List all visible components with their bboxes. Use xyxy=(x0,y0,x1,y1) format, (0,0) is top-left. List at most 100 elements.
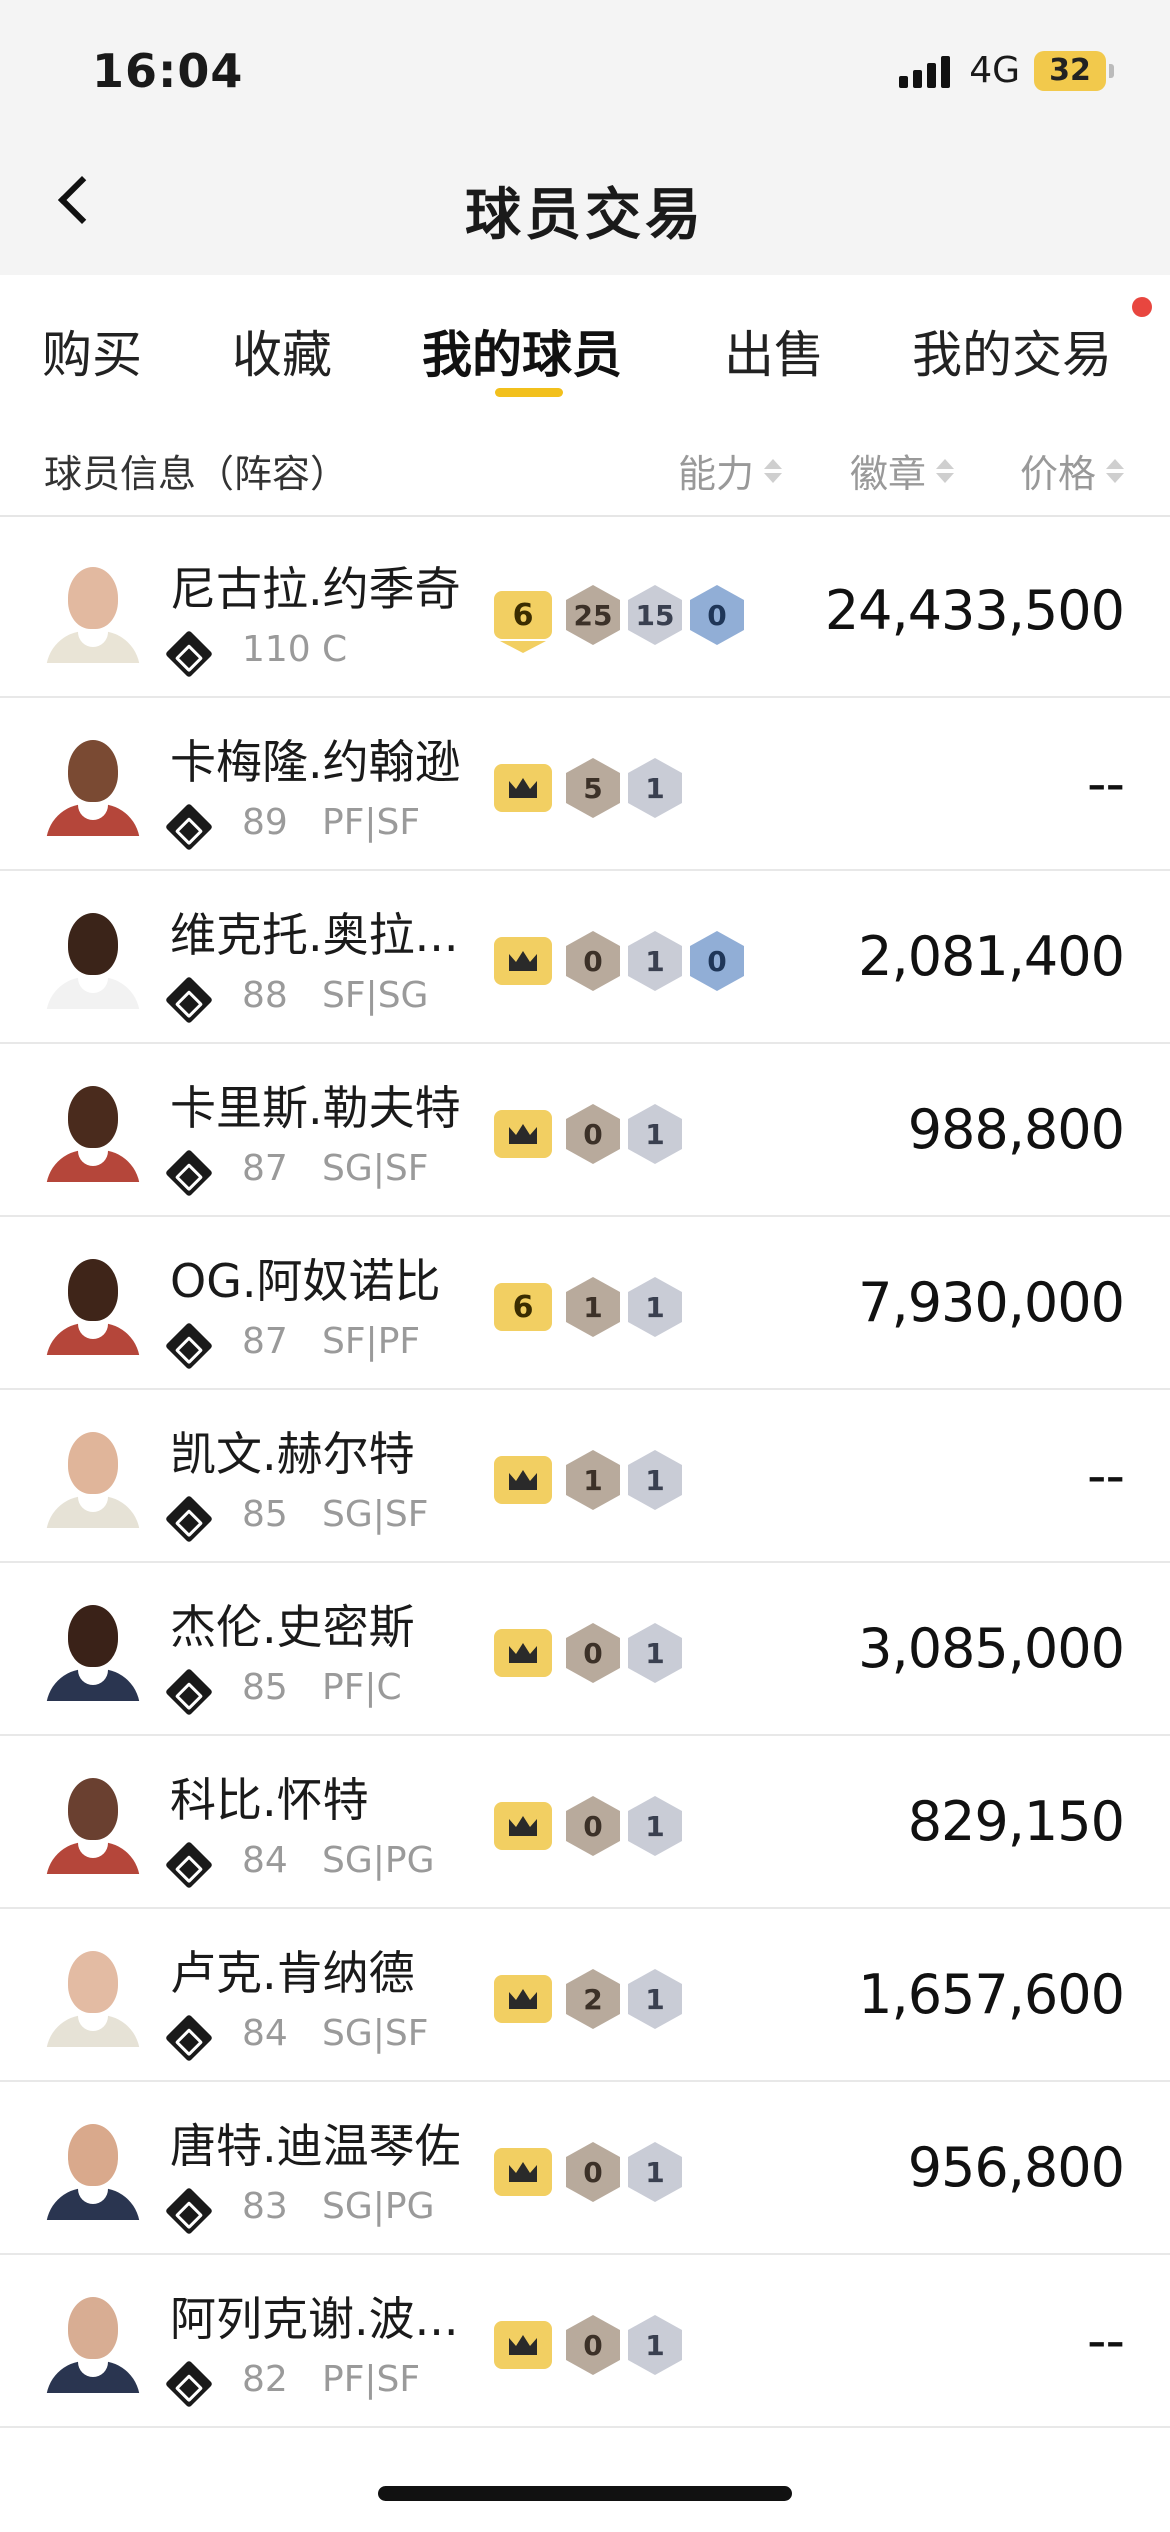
player-price: 988,800 xyxy=(907,1098,1125,1161)
player-name: 杰伦.史密斯 xyxy=(170,1600,415,1654)
diamond-card-icon xyxy=(164,2013,214,2063)
player-position: SG|SF xyxy=(322,2013,429,2054)
tier-badge xyxy=(494,2148,552,2196)
head-shape xyxy=(68,2124,118,2186)
player-avatar xyxy=(42,1599,144,1701)
badge-count-bronze: 0 xyxy=(566,1796,620,1856)
tier-badge xyxy=(494,2321,552,2369)
player-price: -- xyxy=(1087,1444,1125,1507)
badge-group: 01 xyxy=(494,1104,690,1164)
player-price: 7,930,000 xyxy=(858,1271,1125,1334)
player-rating: 87 xyxy=(242,1148,288,1189)
crown-icon xyxy=(509,2162,537,2182)
player-position: SG|SF xyxy=(322,1148,429,1189)
badge-count-silver: 1 xyxy=(628,1623,682,1683)
player-position: SG|SF xyxy=(322,1494,429,1535)
home-indicator xyxy=(378,2486,792,2501)
tab-favorites[interactable]: 收藏 xyxy=(232,315,332,387)
active-tab-indicator xyxy=(495,388,563,397)
head-shape xyxy=(68,740,118,802)
crown-icon xyxy=(509,1124,537,1144)
player-row[interactable]: 唐特.迪温琴佐 83 SG|PG 01 956,800 xyxy=(0,2082,1170,2255)
head-shape xyxy=(68,913,118,975)
player-position: SF|PF xyxy=(322,1321,421,1362)
status-bar: 16:04 4G 32 xyxy=(0,0,1170,130)
player-avatar xyxy=(42,561,144,663)
player-name: 阿列克谢.波... xyxy=(170,2292,459,2346)
player-row[interactable]: 卢克.肯纳德 84 SG|SF 21 1,657,600 xyxy=(0,1909,1170,2082)
player-row[interactable]: 杰伦.史密斯 85 PF|C 01 3,085,000 xyxy=(0,1563,1170,1736)
player-row[interactable]: 卡里斯.勒夫特 87 SG|SF 01 988,800 xyxy=(0,1044,1170,1217)
player-row[interactable]: 阿列克谢.波... 82 PF|SF 01 -- xyxy=(0,2255,1170,2428)
tab-my-players[interactable]: 我的球员 xyxy=(422,315,622,387)
diamond-card-icon xyxy=(164,1494,214,1544)
player-price: 3,085,000 xyxy=(858,1617,1125,1680)
player-row[interactable]: OG.阿奴诺比 87 SF|PF 611 7,930,000 xyxy=(0,1217,1170,1390)
sort-ability[interactable]: 能力 xyxy=(678,443,783,498)
player-avatar xyxy=(42,907,144,1009)
player-avatar xyxy=(42,2291,144,2393)
tab-buy[interactable]: 购买 xyxy=(42,315,142,387)
player-name: 卡里斯.勒夫特 xyxy=(170,1081,461,1135)
player-name: 卢克.肯纳德 xyxy=(170,1946,415,2000)
tab-my-trades[interactable]: 我的交易 xyxy=(912,315,1112,387)
player-position: PF|C xyxy=(322,1667,402,1708)
player-rating: 82 xyxy=(242,2359,288,2400)
player-name: 凯文.赫尔特 xyxy=(170,1427,415,1481)
badge-group: 01 xyxy=(494,1623,690,1683)
status-time: 16:04 xyxy=(92,44,244,98)
player-price: 2,081,400 xyxy=(858,925,1125,988)
player-avatar xyxy=(42,1253,144,1355)
player-price: 24,433,500 xyxy=(824,579,1125,642)
head-shape xyxy=(68,1086,118,1148)
badge-group: 01 xyxy=(494,2142,690,2202)
column-header: 球员信息（阵容） 能力 徽章 价格 xyxy=(0,405,1170,517)
diamond-card-icon xyxy=(164,2186,214,2236)
crown-icon xyxy=(509,951,537,971)
player-list: 尼古拉.约季奇 110 C 6 25 15 0 24,433,500 卡梅隆.约翰逊 … xyxy=(0,525,1170,2428)
diamond-card-icon xyxy=(164,629,214,679)
player-position: C xyxy=(322,629,348,670)
player-price: 1,657,600 xyxy=(858,1963,1125,2026)
page-title: 球员交易 xyxy=(465,183,705,248)
head-shape xyxy=(68,1951,118,2013)
badge-count-silver: 1 xyxy=(628,2315,682,2375)
badge-count-bronze: 5 xyxy=(566,758,620,818)
player-name: 维克托.奥拉... xyxy=(170,908,459,962)
badge-count-silver: 1 xyxy=(628,1969,682,2029)
tab-sell[interactable]: 出售 xyxy=(724,315,824,387)
badge-count-silver: 1 xyxy=(628,1450,682,1510)
player-row[interactable]: 科比.怀特 84 SG|PG 01 829,150 xyxy=(0,1736,1170,1909)
tier-badge xyxy=(494,937,552,985)
sort-badges[interactable]: 徽章 xyxy=(850,443,955,498)
badge-count-silver: 1 xyxy=(628,1104,682,1164)
player-rating: 110 xyxy=(242,629,311,670)
player-position: PF|SF xyxy=(322,2359,421,2400)
player-price: 956,800 xyxy=(907,2136,1125,2199)
diamond-card-icon xyxy=(164,1148,214,1198)
head-shape xyxy=(68,567,118,629)
notification-dot xyxy=(1132,297,1152,317)
sort-price[interactable]: 价格 xyxy=(1020,443,1125,498)
player-row[interactable]: 尼古拉.约季奇 110 C 6 25 15 0 24,433,500 xyxy=(0,525,1170,698)
badge-count-bronze: 25 xyxy=(566,585,620,645)
badge-count-bronze: 2 xyxy=(566,1969,620,2029)
player-row[interactable]: 凯文.赫尔特 85 SG|SF 11 -- xyxy=(0,1390,1170,1563)
tier-badge xyxy=(494,1110,552,1158)
badge-group: 01 xyxy=(494,1796,690,1856)
badge-count-gold: 0 xyxy=(690,585,744,645)
badge-count-silver: 1 xyxy=(628,758,682,818)
head-shape xyxy=(68,1778,118,1840)
crown-icon xyxy=(509,1816,537,1836)
diamond-card-icon xyxy=(164,975,214,1025)
player-row[interactable]: 卡梅隆.约翰逊 89 PF|SF 51 -- xyxy=(0,698,1170,871)
player-rating: 87 xyxy=(242,1321,288,1362)
player-rating: 84 xyxy=(242,2013,288,2054)
sort-icon xyxy=(1106,458,1125,483)
diamond-card-icon xyxy=(164,1840,214,1890)
battery-icon: 32 xyxy=(1034,50,1106,91)
player-rating: 89 xyxy=(242,802,288,843)
player-row[interactable]: 维克托.奥拉... 88 SF|SG 010 2,081,400 xyxy=(0,871,1170,1044)
badge-count-silver: 15 xyxy=(628,585,682,645)
badge-count-bronze: 0 xyxy=(566,1623,620,1683)
